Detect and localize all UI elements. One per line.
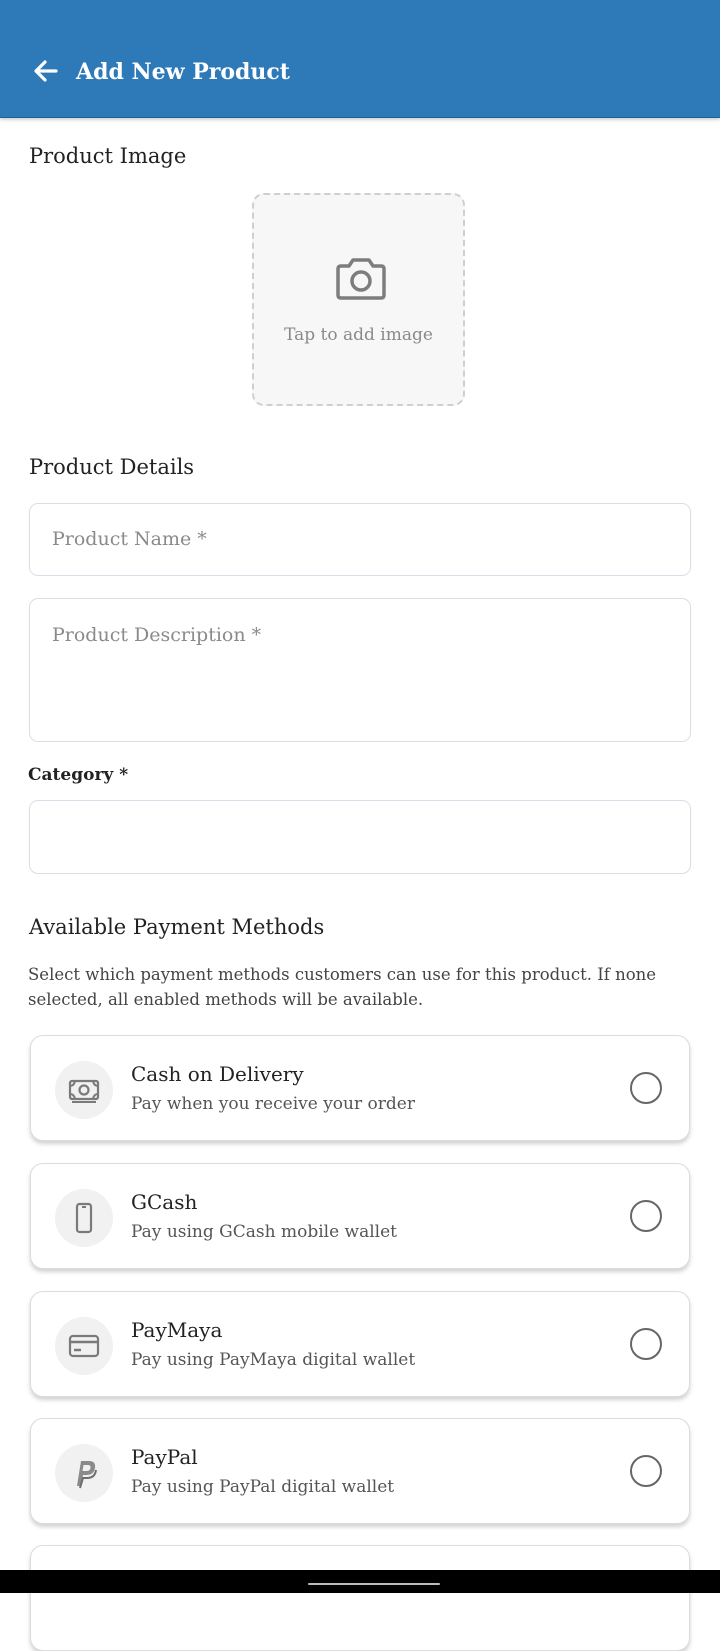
- home-gesture-handle[interactable]: [308, 1583, 440, 1585]
- payment-method-radio[interactable]: [630, 1072, 662, 1104]
- product-image-heading: Product Image: [29, 144, 187, 168]
- product-description-placeholder: Product Description *: [52, 624, 262, 646]
- payment-method-name: PayMaya: [131, 1318, 223, 1342]
- payment-method-icon-wrap: [55, 1061, 113, 1119]
- category-label: Category *: [28, 765, 129, 785]
- product-details-heading: Product Details: [29, 455, 195, 479]
- payment-method-subtitle: Pay using GCash mobile wallet: [131, 1222, 397, 1242]
- paypal-icon: [77, 1461, 97, 1489]
- app-bar: Add New Product: [0, 0, 720, 118]
- payment-method-subtitle: Pay when you receive your order: [131, 1094, 415, 1114]
- camera-icon: [336, 258, 386, 300]
- payment-method-icon-wrap: [55, 1444, 113, 1502]
- payment-method-radio[interactable]: [630, 1455, 662, 1487]
- payment-method-icon-wrap: [55, 1317, 113, 1375]
- payment-method-paymaya[interactable]: PayMaya Pay using PayMaya digital wallet: [30, 1291, 690, 1397]
- page-title: Add New Product: [76, 59, 290, 85]
- payment-method-radio[interactable]: [630, 1200, 662, 1232]
- product-name-input[interactable]: Product Name *: [29, 503, 691, 576]
- product-description-input[interactable]: Product Description *: [29, 598, 691, 742]
- payment-method-name: Cash on Delivery: [131, 1062, 304, 1086]
- payment-methods-heading: Available Payment Methods: [29, 915, 325, 939]
- phone-icon: [75, 1202, 93, 1234]
- payment-method-radio[interactable]: [630, 1328, 662, 1360]
- product-name-placeholder: Product Name *: [52, 528, 207, 550]
- payment-method-subtitle: Pay using PayPal digital wallet: [131, 1477, 395, 1497]
- payment-method-gcash[interactable]: GCash Pay using GCash mobile wallet: [30, 1163, 690, 1269]
- payment-method-subtitle: Pay using PayMaya digital wallet: [131, 1350, 416, 1370]
- category-input[interactable]: [29, 800, 691, 874]
- payment-method-card-partial[interactable]: [30, 1545, 690, 1651]
- card-icon: [68, 1334, 100, 1358]
- image-picker[interactable]: Tap to add image: [252, 193, 465, 406]
- payment-method-icon-wrap: [55, 1189, 113, 1247]
- back-button[interactable]: [30, 55, 62, 87]
- system-nav-bar: [0, 1570, 720, 1593]
- tap-to-add-image-label: Tap to add image: [284, 325, 433, 345]
- payment-method-name: PayPal: [131, 1445, 198, 1469]
- payment-method-paypal[interactable]: PayPal Pay using PayPal digital wallet: [30, 1418, 690, 1524]
- payment-method-name: GCash: [131, 1190, 198, 1214]
- arrow-left-icon: [34, 60, 58, 82]
- cash-icon: [68, 1079, 100, 1103]
- payment-methods-description: Select which payment methods customers c…: [28, 965, 657, 1009]
- payment-method-cash-on-delivery[interactable]: Cash on Delivery Pay when you receive yo…: [30, 1035, 690, 1141]
